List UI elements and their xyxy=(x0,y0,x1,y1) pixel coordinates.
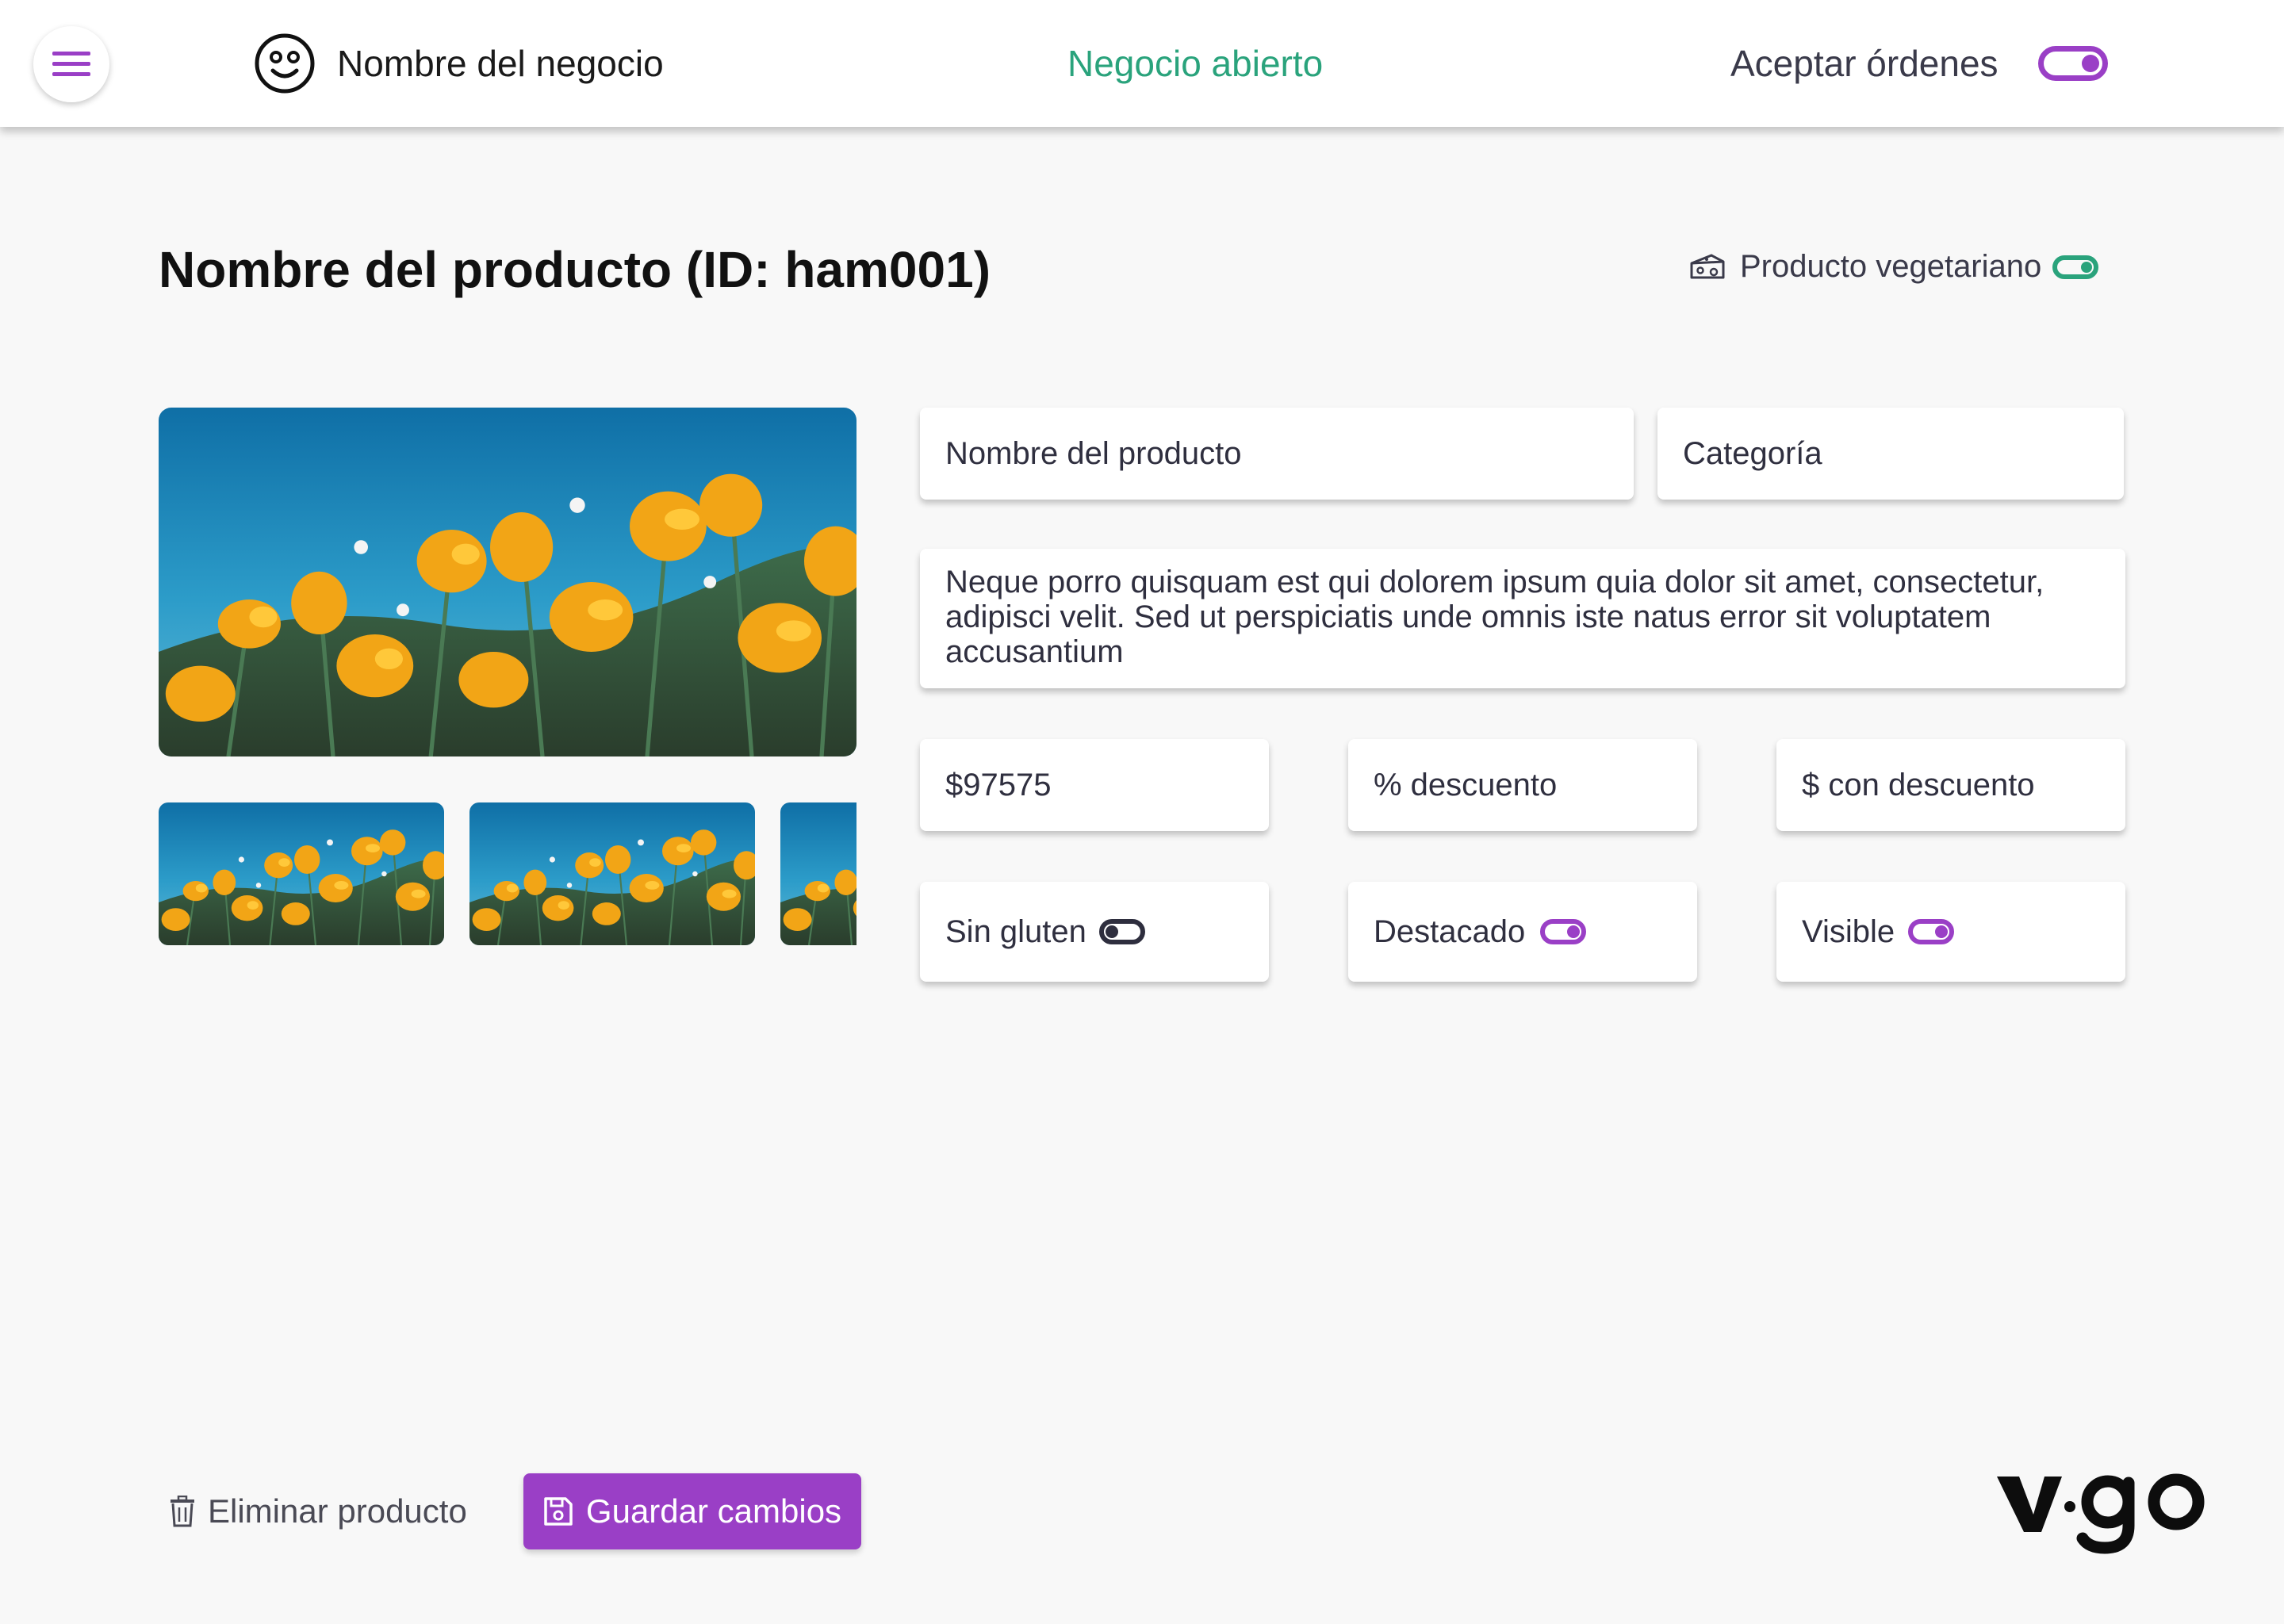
product-name-placeholder: Nombre del producto xyxy=(945,436,1242,471)
category-placeholder: Categoría xyxy=(1683,436,1822,471)
thumbnail-1[interactable] xyxy=(159,802,444,945)
business-name: Nombre del negocio xyxy=(337,43,664,84)
accept-orders-label: Aceptar órdenes xyxy=(1730,43,1998,84)
flowers-photo xyxy=(159,408,856,756)
visible-toggle[interactable] xyxy=(1908,919,1954,944)
vegetarian-toggle[interactable] xyxy=(2052,255,2098,279)
toggle-knob xyxy=(1567,925,1580,938)
menu-icon xyxy=(52,52,90,76)
toggle-knob xyxy=(2081,262,2092,273)
featured-toggle[interactable] xyxy=(1540,919,1586,944)
vegetarian-label: Producto vegetariano xyxy=(1740,249,2042,284)
delete-product-label: Eliminar producto xyxy=(208,1492,467,1530)
featured-label: Destacado xyxy=(1374,914,1526,949)
product-name-field[interactable]: Nombre del producto xyxy=(920,408,1634,500)
discount-percent-placeholder: % descuento xyxy=(1374,768,1558,802)
description-text: Neque porro quisquam est qui dolorem ips… xyxy=(945,565,2044,669)
visible-label: Visible xyxy=(1802,914,1895,949)
business-status: Negocio abierto xyxy=(1067,43,1324,84)
smiley-icon xyxy=(255,33,315,94)
category-field[interactable]: Categoría xyxy=(1657,408,2124,500)
gluten-free-toggle[interactable] xyxy=(1099,919,1145,944)
accept-orders-toggle[interactable] xyxy=(2038,46,2108,81)
price-value: $97575 xyxy=(945,768,1052,802)
toggle-knob xyxy=(1106,925,1118,938)
toggle-knob xyxy=(1935,925,1948,938)
delete-product-button[interactable]: Eliminar producto xyxy=(170,1488,467,1535)
flowers-photo xyxy=(469,802,755,945)
save-changes-label: Guardar cambios xyxy=(585,1492,842,1530)
visible-card: Visible xyxy=(1776,882,2125,982)
thumbnail-2[interactable] xyxy=(469,802,755,945)
toggle-knob xyxy=(2082,55,2099,72)
trash-icon xyxy=(171,1496,194,1527)
main-product-image[interactable] xyxy=(159,408,856,756)
discounted-price-field[interactable]: $ con descuento xyxy=(1776,739,2125,831)
vgo-logo xyxy=(1997,1473,2205,1554)
save-changes-button[interactable]: Guardar cambios xyxy=(523,1473,861,1549)
product-edit-page: Nombre del negocio Negocio abierto Acept… xyxy=(0,0,2284,1624)
discount-percent-field[interactable]: % descuento xyxy=(1348,739,1697,831)
page-title: Nombre del producto (ID: ham001) xyxy=(159,241,991,298)
gluten-free-label: Sin gluten xyxy=(945,914,1086,949)
description-field[interactable]: Neque porro quisquam est qui dolorem ips… xyxy=(920,549,2125,688)
save-icon xyxy=(544,1497,573,1526)
top-bar: Nombre del negocio Negocio abierto Acept… xyxy=(0,0,2284,127)
cheese-icon xyxy=(1690,254,1725,279)
flowers-photo xyxy=(780,802,856,945)
thumbnail-3[interactable] xyxy=(780,802,856,945)
flowers-photo xyxy=(159,802,444,945)
gluten-free-card: Sin gluten xyxy=(920,882,1269,982)
price-field[interactable]: $97575 xyxy=(920,739,1269,831)
discounted-price-placeholder: $ con descuento xyxy=(1802,768,2035,802)
featured-card: Destacado xyxy=(1348,882,1697,982)
menu-button[interactable] xyxy=(33,26,109,102)
